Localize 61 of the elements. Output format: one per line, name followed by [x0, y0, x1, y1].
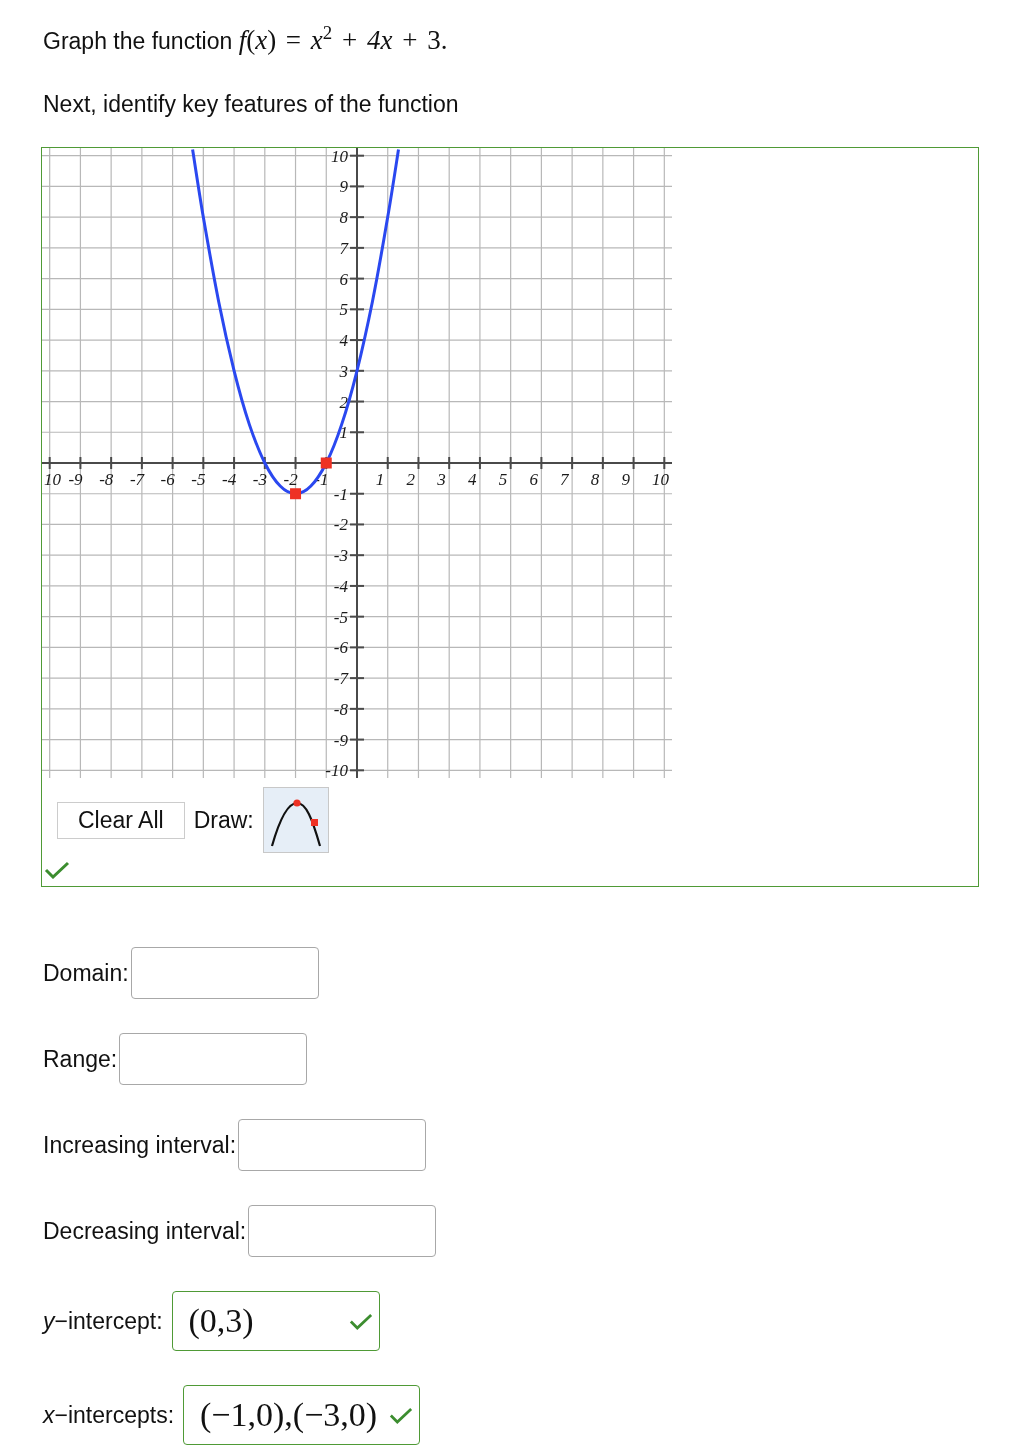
- tick-label: 6: [339, 269, 348, 289]
- tick-label: -9: [68, 470, 83, 489]
- answer-field[interactable]: (−1,0),(−3,0): [183, 1385, 421, 1445]
- tick-label: 7: [560, 470, 569, 489]
- point-handle[interactable]: [290, 488, 302, 500]
- tick-label: 10: [652, 470, 669, 489]
- tick-label: -8: [99, 470, 114, 489]
- tick-label: -4: [333, 576, 348, 596]
- tick-label: -7: [129, 470, 145, 489]
- answer-field[interactable]: [130, 947, 319, 999]
- tick-label: -2: [333, 515, 348, 535]
- tick-label: -1: [333, 484, 348, 504]
- tick-label: 3: [437, 470, 446, 489]
- tick-label: -8: [333, 699, 348, 719]
- check-icon: [348, 1312, 373, 1330]
- parabola-tool-button[interactable]: [262, 787, 329, 853]
- check-icon: [389, 1406, 414, 1424]
- tick-label: 5: [339, 300, 348, 320]
- tick-label: -5: [191, 470, 206, 489]
- tick-label: 4: [467, 470, 477, 489]
- tick-label: -5: [333, 607, 348, 627]
- tick-label: -2: [283, 470, 298, 489]
- check-icon: [44, 861, 70, 879]
- answer-field[interactable]: [238, 1119, 427, 1171]
- tick-label: 4: [339, 331, 348, 351]
- tick-label: 8: [339, 208, 348, 228]
- field-label: y−intercept:: [43, 1307, 163, 1336]
- field-label: Domain:: [43, 959, 129, 988]
- tick-label: 5: [498, 470, 508, 489]
- tick-label: 8: [590, 470, 600, 489]
- tick-label: -3: [252, 470, 267, 489]
- point-handle[interactable]: [320, 457, 332, 469]
- field-label: Range:: [43, 1045, 118, 1074]
- tick-label: -10: [325, 761, 348, 778]
- tick-label: 6: [529, 470, 538, 489]
- tick-label: -9: [333, 730, 348, 750]
- tick-label: 9: [621, 470, 631, 489]
- field-label: Decreasing interval:: [43, 1217, 247, 1246]
- draw-label: Draw:: [193, 806, 254, 834]
- tick-label: 9: [339, 177, 348, 197]
- answer-field[interactable]: [119, 1033, 308, 1085]
- field-label: Increasing interval:: [43, 1131, 237, 1160]
- tick-label: 3: [339, 361, 348, 381]
- tick-label: -7: [333, 669, 348, 689]
- tick-label: 7: [339, 238, 348, 258]
- instruction-text: Next, identify key features of the function: [43, 90, 460, 119]
- tick-label: 2: [406, 470, 415, 489]
- tick-label: -3: [333, 546, 348, 566]
- prompt-text: Graph the function f(x) = x$^{2}$ + 4x + 3.: [43, 24, 449, 57]
- tick-label: 1: [339, 423, 348, 443]
- tick-label: 2: [339, 392, 348, 412]
- answer-field[interactable]: (0,3): [171, 1291, 380, 1351]
- field-label: x−intercepts:: [43, 1401, 175, 1430]
- tick-label: 10: [331, 148, 348, 166]
- answer-field[interactable]: [248, 1205, 437, 1257]
- tick-label: -6: [333, 638, 348, 658]
- tick-label: -6: [160, 470, 175, 489]
- tick-label: 1: [375, 470, 385, 489]
- tick-label: -4: [222, 470, 237, 489]
- clear-all-button[interactable]: Clear All: [57, 801, 185, 839]
- tick-label: 10: [44, 470, 61, 489]
